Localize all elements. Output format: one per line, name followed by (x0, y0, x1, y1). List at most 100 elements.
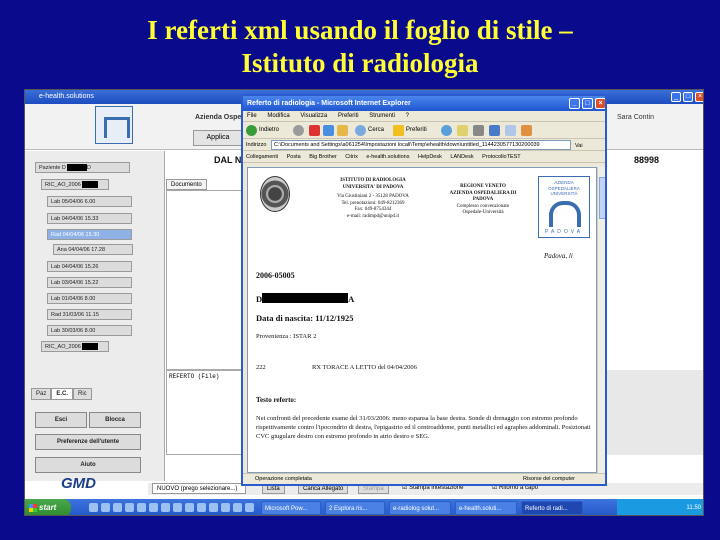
home-icon[interactable] (337, 125, 348, 136)
aiuto-button[interactable]: Aiuto (35, 457, 141, 473)
back-button-label[interactable]: Indietro (259, 122, 279, 139)
quicklaunch-icon[interactable] (245, 503, 254, 512)
ie-toolbar: Indietro Cerca Preferiti (243, 122, 605, 139)
link-ehealth[interactable]: e-health.solutions (366, 154, 409, 160)
referto-label: REFERTO (File) (169, 373, 220, 380)
address-input[interactable]: C:\Documents and Settings\a061254\Impost… (271, 140, 571, 150)
tab-documento[interactable]: Documento (166, 179, 207, 190)
region-header: REGIONE VENETO AZIENDA OSPEDALIERA DI PA… (448, 184, 518, 217)
patient-name: DA (256, 293, 355, 304)
referto-field[interactable]: REFERTO (File) (166, 370, 242, 455)
tab-applica[interactable]: Applica (193, 130, 243, 146)
sidebar-item-exam[interactable]: Lab 03/04/06 15.22 (47, 277, 132, 288)
maximize-button[interactable]: □ (582, 98, 593, 109)
menu-preferiti[interactable]: Preferiti (338, 113, 359, 119)
back-arrow-icon[interactable] (246, 125, 257, 136)
link-helpdesk[interactable]: HelpDesk (418, 154, 442, 160)
messenger-icon[interactable] (521, 125, 532, 136)
vertical-scrollbar[interactable] (597, 167, 605, 473)
menu-help[interactable]: ? (406, 113, 409, 119)
tab-ec[interactable]: E.C. (51, 388, 74, 400)
minimize-button[interactable]: _ (569, 98, 580, 109)
quicklaunch-icon[interactable] (113, 503, 122, 512)
quicklaunch-icon[interactable] (161, 503, 170, 512)
link-posta[interactable]: Posta (287, 154, 301, 160)
sidebar-item-ric[interactable]: RIC_AO_2006 (41, 341, 109, 352)
patient-header: DAL N (214, 155, 242, 165)
quicklaunch-icon[interactable] (221, 503, 230, 512)
document-area (166, 190, 242, 370)
taskbar-item[interactable]: Microsoft Pow... (261, 501, 321, 515)
patient-sidebar: Paziente DD RIC_AO_2006 Lab 05/04/06 6.0… (25, 151, 165, 481)
sidebar-item-exam[interactable]: Lab 04/04/06 15.26 (47, 261, 132, 272)
side-panel (606, 370, 703, 455)
print-icon[interactable] (473, 125, 484, 136)
menu-strumenti[interactable]: Strumenti (369, 113, 395, 119)
blocca-button[interactable]: Blocca (89, 412, 141, 428)
status-text: Operazione completata (255, 476, 312, 482)
menu-modifica[interactable]: Modifica (267, 113, 289, 119)
maximize-button[interactable]: □ (683, 92, 693, 102)
tab-paz[interactable]: Paz (31, 388, 52, 400)
minimize-button[interactable]: _ (671, 92, 681, 102)
sidebar-item-ric[interactable]: RIC_AO_2006 (41, 179, 109, 190)
sidebar-item-exam[interactable]: Rad 31/03/06 11.15 (47, 309, 132, 320)
quicklaunch-icon[interactable] (101, 503, 110, 512)
menu-visualizza[interactable]: Visualizza (300, 113, 327, 119)
quicklaunch-icon[interactable] (173, 503, 182, 512)
sidebar-item-exam-selected[interactable]: Rad 04/04/06 15.30 (47, 229, 132, 240)
hospital-logo-city: PADOVA (544, 229, 584, 235)
tab-ric[interactable]: Ric (73, 388, 92, 400)
date-of-birth: Data di nascita: 11/12/1925 (256, 313, 354, 323)
search-button-label[interactable]: Cerca (368, 122, 384, 139)
stop-icon[interactable] (309, 125, 320, 136)
forward-arrow-icon[interactable] (293, 125, 304, 136)
taskbar-item[interactable]: e-health.soluti... (455, 501, 517, 515)
edit-icon[interactable] (489, 125, 500, 136)
sidebar-item-exam[interactable]: Lab 05/04/06 6.00 (47, 196, 132, 207)
report-id: 2006-05005 (256, 271, 295, 280)
search-icon[interactable] (355, 125, 366, 136)
ie-address-bar: Indirizzo C:\Documents and Settings\a061… (243, 139, 605, 151)
taskbar-item-active[interactable]: Referto di radi... (521, 501, 583, 515)
link-big-brother[interactable]: Big Brother (309, 154, 337, 160)
sidebar-item-exam[interactable]: Lab 01/04/06 8.00 (47, 293, 132, 304)
quicklaunch-icon[interactable] (125, 503, 134, 512)
city-date: Padova, li (544, 252, 573, 260)
menu-file[interactable]: File (247, 113, 257, 119)
start-button[interactable]: start (25, 499, 71, 515)
discuss-icon[interactable] (505, 125, 516, 136)
favorites-button-label[interactable]: Preferiti (406, 122, 427, 139)
preferenze-button[interactable]: Preferenze dell'utente (35, 434, 141, 450)
history-icon[interactable] (441, 125, 452, 136)
quicklaunch-icon[interactable] (89, 503, 98, 512)
esci-button[interactable]: Esci (35, 412, 87, 428)
mail-icon[interactable] (457, 125, 468, 136)
hospital-logo-text: AZIENDA OSPEDALIERA UNIVERSITÀ (548, 180, 580, 196)
quicklaunch-icon[interactable] (185, 503, 194, 512)
document-type-select[interactable]: NUOVO (prego selezionare...) (152, 483, 246, 494)
link-landesk[interactable]: LANDesk (450, 154, 473, 160)
close-button[interactable]: × (595, 98, 605, 109)
sidebar-item-exam[interactable]: Lab 30/03/06 8.00 (47, 325, 132, 336)
taskbar-item[interactable]: 2 Esplora ris... (325, 501, 385, 515)
institute-email: e-mail: radimpd@unipd.it (346, 213, 400, 219)
sidebar-item-exam[interactable]: Ana 04/04/06 17.28 (53, 244, 133, 255)
go-button[interactable]: Vai (575, 140, 583, 152)
sidebar-item-patient[interactable]: Paziente DD (35, 162, 130, 173)
refresh-icon[interactable] (323, 125, 334, 136)
complex-line2: Ospedale-Università (462, 210, 504, 215)
link-protocollo[interactable]: ProtocolloTEST (482, 154, 521, 160)
quicklaunch-icon[interactable] (149, 503, 158, 512)
exam-line: 222 RX TORACE A LETTO del 04/04/2006 (256, 364, 417, 371)
taskbar-item[interactable]: e-radiolog solut... (389, 501, 451, 515)
quicklaunch-icon[interactable] (209, 503, 218, 512)
quicklaunch-icon[interactable] (197, 503, 206, 512)
favorites-star-icon[interactable] (393, 125, 404, 136)
link-citrix[interactable]: Citrix (345, 154, 358, 160)
report-document: ISTITUTO DI RADIOLOGIA UNIVERSITA' DI PA… (247, 167, 597, 473)
quicklaunch-icon[interactable] (233, 503, 242, 512)
close-button[interactable]: × (695, 92, 703, 102)
sidebar-item-exam[interactable]: Lab 04/04/06 15.33 (47, 213, 132, 224)
quicklaunch-icon[interactable] (137, 503, 146, 512)
